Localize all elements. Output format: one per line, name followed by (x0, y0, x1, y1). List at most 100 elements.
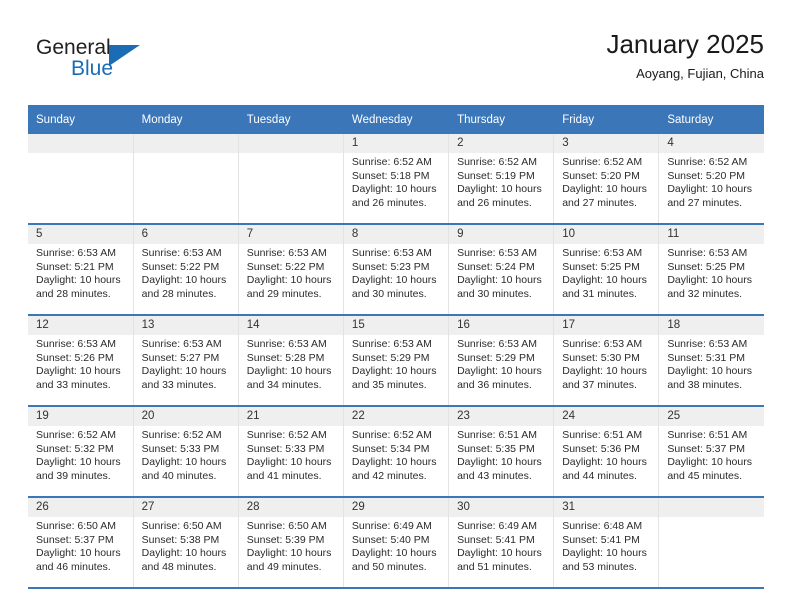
calendar-day-cell[interactable]: 19 Sunrise: 6:52 AM Sunset: 5:32 PM Dayligh… (28, 406, 134, 498)
sunrise-text: Sunrise: 6:48 AM (562, 520, 643, 532)
daylight-text-line2: and 51 minutes. (457, 560, 532, 573)
sunset-text: Sunset: 5:37 PM (36, 533, 114, 546)
calendar-day-cell[interactable]: 13 Sunrise: 6:53 AM Sunset: 5:27 PM Dayligh… (133, 315, 239, 407)
title-block: January 2025 Aoyang, Fujian, China (606, 28, 764, 84)
day-number: 26 (28, 498, 133, 517)
day-number: 9 (449, 225, 554, 244)
day-cell-details: Sunrise: 6:52 AM Sunset: 5:20 PM Daylight:… (554, 153, 658, 210)
daylight-text-line1: Daylight: 10 hours (246, 274, 332, 287)
calendar-day-cell[interactable]: 11 Sunrise: 6:53 AM Sunset: 5:25 PM Dayligh… (658, 224, 764, 316)
day-cell-details: Sunrise: 6:53 AM Sunset: 5:29 PM Daylight:… (449, 335, 553, 392)
day-number: 4 (659, 134, 764, 153)
day-cell-inner (238, 134, 343, 223)
sunrise-text: Sunrise: 6:53 AM (562, 247, 643, 259)
sunset-text: Sunset: 5:27 PM (141, 351, 220, 364)
calendar-day-cell[interactable]: 7 Sunrise: 6:53 AM Sunset: 5:22 PM Daylight… (238, 224, 344, 316)
general-blue-logo[interactable]: General Blue (36, 36, 216, 92)
calendar-day-cell[interactable]: 2 Sunrise: 6:52 AM Sunset: 5:19 PM Daylight… (448, 134, 555, 225)
calendar-day-cell[interactable]: 22 Sunrise: 6:52 AM Sunset: 5:34 PM Dayligh… (343, 406, 450, 498)
day-cell-inner: 15 Sunrise: 6:53 AM Sunset: 5:29 PM Dayligh… (343, 316, 449, 405)
day-cell-details: Sunrise: 6:50 AM Sunset: 5:37 PM Daylight:… (28, 517, 133, 574)
sunset-text: Sunset: 5:38 PM (141, 533, 220, 546)
daylight-text-line2: and 36 minutes. (457, 378, 532, 391)
calendar-day-cell[interactable]: 18 Sunrise: 6:53 AM Sunset: 5:31 PM Dayligh… (658, 315, 764, 407)
daylight-text-line2: and 38 minutes. (667, 378, 743, 391)
sunset-text: Sunset: 5:35 PM (457, 442, 535, 455)
day-number: 12 (28, 316, 133, 335)
calendar-day-cell[interactable]: 20 Sunrise: 6:52 AM Sunset: 5:33 PM Dayligh… (133, 406, 239, 498)
calendar-day-cell[interactable]: 16 Sunrise: 6:53 AM Sunset: 5:29 PM Dayligh… (448, 315, 555, 407)
calendar-day-cell[interactable]: 6 Sunrise: 6:53 AM Sunset: 5:22 PM Daylight… (133, 224, 239, 316)
sunrise-text: Sunrise: 6:53 AM (246, 247, 327, 259)
day-cell-inner (133, 134, 238, 223)
calendar-day-cell[interactable]: 17 Sunrise: 6:53 AM Sunset: 5:30 PM Dayligh… (553, 315, 660, 407)
calendar-day-cell-empty (28, 134, 134, 225)
daylight-text-line1: Daylight: 10 hours (141, 547, 227, 560)
sunrise-text: Sunrise: 6:52 AM (667, 156, 748, 168)
calendar-day-cell[interactable]: 4 Sunrise: 6:52 AM Sunset: 5:20 PM Daylight… (658, 134, 764, 225)
day-number: 23 (449, 407, 554, 426)
weekday-header-friday: Friday (553, 105, 660, 134)
weekday-header-saturday: Saturday (658, 105, 764, 134)
sunrise-text: Sunrise: 6:53 AM (36, 247, 116, 259)
calendar-day-cell[interactable]: 5 Sunrise: 6:53 AM Sunset: 5:21 PM Daylight… (28, 224, 134, 316)
daylight-text-line2: and 53 minutes. (562, 560, 637, 573)
calendar-day-cell[interactable]: 30 Sunrise: 6:49 AM Sunset: 5:41 PM Dayligh… (448, 497, 555, 589)
calendar-day-cell[interactable]: 31 Sunrise: 6:48 AM Sunset: 5:41 PM Dayligh… (553, 497, 660, 589)
calendar-day-cell[interactable]: 3 Sunrise: 6:52 AM Sunset: 5:20 PM Daylight… (553, 134, 660, 225)
daylight-text-line1: Daylight: 10 hours (351, 365, 437, 378)
sunset-text: Sunset: 5:20 PM (562, 169, 640, 182)
day-number: 30 (449, 498, 554, 517)
sunrise-text: Sunrise: 6:53 AM (141, 338, 222, 350)
daylight-text-line2: and 29 minutes. (246, 287, 322, 300)
calendar-day-cell[interactable]: 14 Sunrise: 6:53 AM Sunset: 5:28 PM Dayligh… (238, 315, 344, 407)
sunrise-text: Sunrise: 6:52 AM (351, 156, 432, 168)
day-cell-details: Sunrise: 6:52 AM Sunset: 5:33 PM Daylight:… (239, 426, 343, 483)
calendar-day-cell[interactable]: 27 Sunrise: 6:50 AM Sunset: 5:38 PM Dayligh… (133, 497, 239, 589)
day-cell-inner: 2 Sunrise: 6:52 AM Sunset: 5:19 PM Daylight… (449, 134, 554, 223)
calendar-day-cell[interactable]: 8 Sunrise: 6:53 AM Sunset: 5:23 PM Daylight… (343, 224, 450, 316)
day-cell-inner: 31 Sunrise: 6:48 AM Sunset: 5:41 PM Dayligh… (554, 498, 659, 587)
calendar-day-cell[interactable]: 9 Sunrise: 6:53 AM Sunset: 5:24 PM Daylight… (448, 224, 555, 316)
calendar-day-cell[interactable]: 12 Sunrise: 6:53 AM Sunset: 5:26 PM Dayligh… (28, 315, 134, 407)
day-number: 16 (449, 316, 554, 335)
calendar-day-cell[interactable]: 1 Sunrise: 6:52 AM Sunset: 5:18 PM Daylight… (343, 134, 450, 225)
daylight-text-line1: Daylight: 10 hours (246, 547, 332, 560)
day-cell-details: Sunrise: 6:53 AM Sunset: 5:22 PM Daylight:… (134, 244, 238, 301)
sunrise-text: Sunrise: 6:53 AM (562, 338, 643, 350)
day-cell-details: Sunrise: 6:53 AM Sunset: 5:26 PM Daylight:… (28, 335, 133, 392)
daylight-text-line2: and 45 minutes. (667, 469, 743, 482)
day-cell-details: Sunrise: 6:53 AM Sunset: 5:25 PM Daylight:… (659, 244, 764, 301)
day-cell-details: Sunrise: 6:53 AM Sunset: 5:31 PM Daylight:… (659, 335, 764, 392)
calendar-day-cell[interactable]: 21 Sunrise: 6:52 AM Sunset: 5:33 PM Dayligh… (238, 406, 344, 498)
sunset-text: Sunset: 5:23 PM (351, 260, 430, 273)
sunset-text: Sunset: 5:33 PM (141, 442, 220, 455)
calendar-grid: Sunday Monday Tuesday Wednesday Thursday… (28, 105, 764, 589)
weekday-header-row: Sunday Monday Tuesday Wednesday Thursday… (28, 105, 764, 134)
sunset-text: Sunset: 5:19 PM (457, 169, 535, 182)
calendar-day-cell[interactable]: 28 Sunrise: 6:50 AM Sunset: 5:39 PM Dayligh… (238, 497, 344, 589)
day-number (659, 498, 764, 517)
day-number (133, 134, 238, 153)
calendar-day-cell[interactable]: 25 Sunrise: 6:51 AM Sunset: 5:37 PM Dayligh… (658, 406, 764, 498)
calendar-body: 1 Sunrise: 6:52 AM Sunset: 5:18 PM Daylight… (28, 134, 764, 589)
calendar-day-cell[interactable]: 29 Sunrise: 6:49 AM Sunset: 5:40 PM Dayligh… (343, 497, 450, 589)
calendar-day-cell[interactable]: 10 Sunrise: 6:53 AM Sunset: 5:25 PM Dayligh… (553, 224, 660, 316)
day-cell-inner: 19 Sunrise: 6:52 AM Sunset: 5:32 PM Dayligh… (28, 407, 133, 496)
day-number: 14 (238, 316, 343, 335)
daylight-text-line1: Daylight: 10 hours (351, 456, 437, 469)
calendar-day-cell[interactable]: 15 Sunrise: 6:53 AM Sunset: 5:29 PM Dayligh… (343, 315, 450, 407)
calendar-day-cell[interactable]: 23 Sunrise: 6:51 AM Sunset: 5:35 PM Dayligh… (448, 406, 555, 498)
sunset-text: Sunset: 5:34 PM (351, 442, 430, 455)
sunset-text: Sunset: 5:37 PM (667, 442, 745, 455)
daylight-text-line2: and 27 minutes. (562, 196, 637, 209)
calendar-day-cell[interactable]: 24 Sunrise: 6:51 AM Sunset: 5:36 PM Dayligh… (553, 406, 660, 498)
daylight-text-line1: Daylight: 10 hours (667, 365, 752, 378)
calendar-day-cell[interactable]: 26 Sunrise: 6:50 AM Sunset: 5:37 PM Dayligh… (28, 497, 134, 589)
day-cell-details: Sunrise: 6:52 AM Sunset: 5:19 PM Daylight:… (449, 153, 553, 210)
day-cell-inner: 10 Sunrise: 6:53 AM Sunset: 5:25 PM Dayligh… (554, 225, 659, 314)
day-number: 21 (238, 407, 343, 426)
daylight-text-line2: and 26 minutes. (457, 196, 532, 209)
sunset-text: Sunset: 5:33 PM (246, 442, 325, 455)
sunrise-text: Sunrise: 6:51 AM (457, 429, 538, 441)
